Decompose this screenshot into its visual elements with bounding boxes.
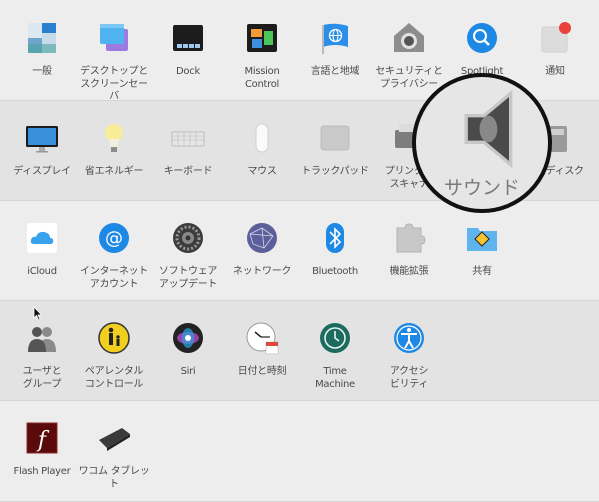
pref-accessibility[interactable]: アクセシ ビリティ: [372, 320, 446, 391]
pref-label: ネットワーク: [232, 266, 292, 277]
accessibility-icon: [391, 320, 427, 356]
pref-displays[interactable]: ディスプレイ: [5, 120, 79, 179]
pref-siri[interactable]: Siri: [151, 320, 225, 379]
pref-mouse[interactable]: マウス: [225, 120, 299, 179]
pref-label: キーボード: [163, 166, 213, 177]
pref-sharing[interactable]: 共有: [445, 220, 519, 279]
pref-spotlight[interactable]: Spotlight: [445, 20, 519, 79]
pref-bluetooth[interactable]: Bluetooth: [298, 220, 372, 279]
pref-label: Flash Player: [13, 466, 71, 477]
pref-wacom-tablet[interactable]: ワコム タブレット: [77, 420, 151, 491]
pref-general[interactable]: 一般: [5, 20, 79, 79]
flash-icon: f: [24, 420, 60, 456]
pref-label: ユーザと グループ: [22, 366, 62, 390]
pref-label: トラックパッド: [301, 166, 369, 177]
monitor-icon: [24, 120, 60, 156]
house-lock-icon: [391, 20, 427, 56]
shared-folder-icon: [464, 220, 500, 256]
siri-icon: [170, 320, 206, 356]
pref-flash-player[interactable]: f Flash Player: [5, 420, 79, 479]
pref-label: iCloud: [27, 266, 57, 277]
pref-label: 日付と時刻: [237, 366, 287, 377]
mission-control-icon: [244, 20, 280, 56]
mouse-icon: [244, 120, 280, 156]
pref-dock[interactable]: Dock: [151, 20, 225, 79]
speaker-icon: [444, 89, 524, 169]
parental-icon: [96, 320, 132, 356]
pref-label: ソフトウェア アップデート: [158, 266, 218, 290]
pref-notifications[interactable]: 通知: [518, 20, 592, 79]
pref-label: 言語と地域: [310, 66, 360, 77]
pref-label: 一般: [32, 66, 52, 77]
pref-row-4: ユーザと グループ ペアレンタル コントロール Siri 日付と時刻 Time Mach…: [0, 301, 599, 401]
clock-calendar-icon: [244, 320, 280, 356]
tablet-icon: [96, 420, 132, 456]
pref-label: 共有: [472, 266, 492, 277]
pref-label: インターネット アカウント: [80, 266, 148, 290]
gear-icon: [170, 220, 206, 256]
pref-label: Bluetooth: [312, 266, 358, 277]
network-globe-icon: [244, 220, 280, 256]
pref-icloud[interactable]: iCloud: [5, 220, 79, 279]
bluetooth-icon: [317, 220, 353, 256]
pref-mission-control[interactable]: Mission Control: [225, 20, 299, 91]
pref-label: ディスプレイ: [13, 166, 71, 177]
at-sign-icon: @: [96, 220, 132, 256]
pref-keyboard[interactable]: キーボード: [151, 120, 225, 179]
svg-text:@: @: [105, 228, 123, 249]
pref-label: ワコム タブレット: [78, 466, 150, 490]
flag-globe-icon: [317, 20, 353, 56]
keyboard-icon: [170, 120, 206, 156]
magnified-sound-label: サウンド: [443, 177, 520, 199]
pref-label: マウス: [247, 166, 277, 177]
pref-internet-accounts[interactable]: @ インターネット アカウント: [77, 220, 151, 291]
pref-label: 通知: [545, 66, 565, 77]
pref-label: ペアレンタル コントロール: [84, 366, 144, 390]
pref-label: Mission Control: [244, 66, 280, 90]
pref-date-time[interactable]: 日付と時刻: [225, 320, 299, 379]
pref-parental-controls[interactable]: ペアレンタル コントロール: [77, 320, 151, 391]
pref-trackpad[interactable]: トラックパッド: [298, 120, 372, 179]
desktop-icon: [96, 20, 132, 56]
users-icon: [24, 320, 60, 356]
pref-extensions[interactable]: 機能拡張: [372, 220, 446, 279]
pref-row-3: iCloud @ インターネット アカウント ソフトウェア アップデート ネットワーク B…: [0, 201, 599, 301]
notification-icon: [537, 20, 573, 56]
pref-label: Dock: [176, 66, 200, 77]
cloud-icon: [24, 220, 60, 256]
pref-language-region[interactable]: 言語と地域: [298, 20, 372, 79]
pref-desktop-screensaver[interactable]: デスクトップと スクリーンセーバ: [77, 20, 151, 104]
pref-label: デスクトップと スクリーンセーバ: [80, 66, 148, 102]
pref-time-machine[interactable]: Time Machine: [298, 320, 372, 391]
time-machine-icon: [317, 320, 353, 356]
pref-label: セキュリティと プライバシー: [375, 66, 443, 90]
pref-software-update[interactable]: ソフトウェア アップデート: [151, 220, 225, 291]
pref-label: Time Machine: [315, 366, 355, 390]
magnifying-glass-icon: [464, 20, 500, 56]
puzzle-icon: [391, 220, 427, 256]
dock-icon: [170, 20, 206, 56]
pref-users-groups[interactable]: ユーザと グループ: [5, 320, 79, 391]
pref-label: 機能拡張: [389, 266, 429, 277]
pref-row-5: f Flash Player ワコム タブレット: [0, 401, 599, 502]
magnifier-overlay: サウンド: [412, 73, 552, 213]
pref-network[interactable]: ネットワーク: [225, 220, 299, 279]
pref-security-privacy[interactable]: セキュリティと プライバシー: [372, 20, 446, 91]
pref-label: アクセシ ビリティ: [389, 366, 429, 390]
general-icon: [24, 20, 60, 56]
pref-energy-saver[interactable]: 省エネルギー: [77, 120, 151, 179]
pref-label: Siri: [180, 366, 196, 377]
trackpad-icon: [317, 120, 353, 156]
pref-label: 省エネルギー: [84, 166, 144, 177]
lightbulb-icon: [96, 120, 132, 156]
mouse-pointer-icon: [33, 306, 43, 321]
